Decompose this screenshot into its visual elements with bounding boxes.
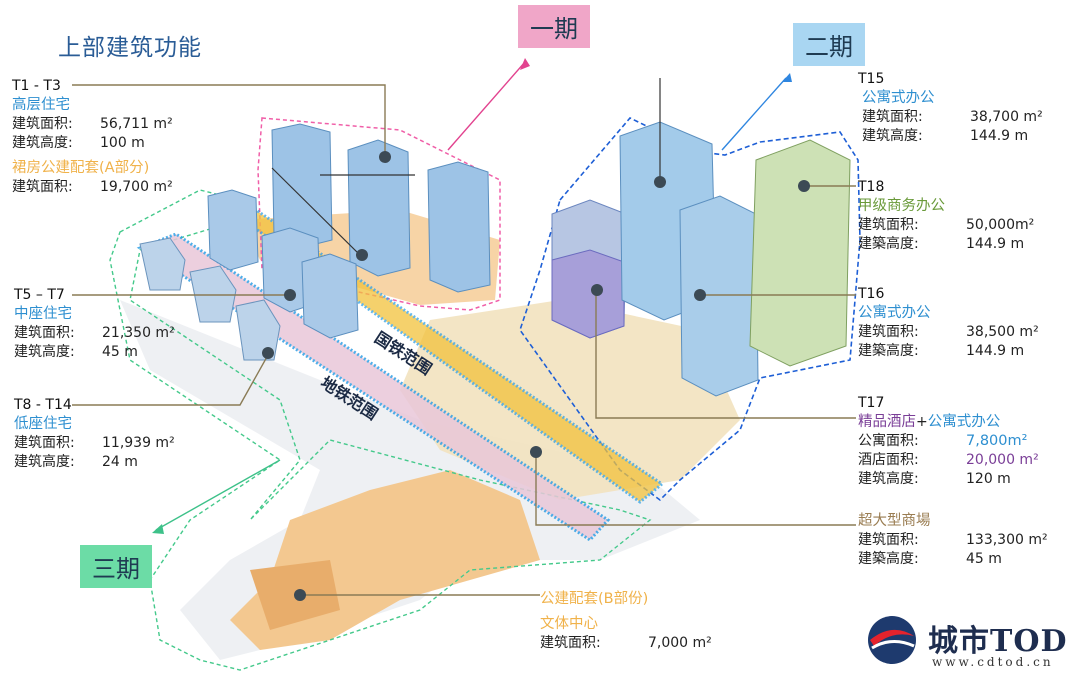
height-value: 24 m xyxy=(102,454,138,470)
area-value: 19,700 m² xyxy=(100,179,173,195)
area-key: 建筑面积: xyxy=(858,324,919,340)
callout-sub: 裙房公建配套(A部分) xyxy=(12,160,150,176)
height-key: 建筑高度: xyxy=(858,471,919,487)
apartment-area-key: 公寓面积: xyxy=(858,433,919,449)
area-key: 建筑面积: xyxy=(14,325,75,341)
callout-code: T1 - T3 xyxy=(12,78,61,94)
height-value: 144.9 m xyxy=(966,343,1025,359)
height-key: 建筑高度: xyxy=(862,128,923,144)
callout-t5-t7: T5 – T7 中座住宅 建筑面积: 21,350 m² 建筑高度: 45 m xyxy=(14,286,175,362)
height-value: 45 m xyxy=(966,551,1002,567)
hotel-area-value: 20,000 m² xyxy=(966,452,1039,468)
height-value: 144.9 m xyxy=(966,236,1025,252)
phase3-label: 三期 xyxy=(80,545,152,588)
callout-type: 公建配套(B部份) xyxy=(540,591,649,607)
callout-t18: T18 甲级商务办公 建筑面积: 50,000m² 建築高度: 144.9 m xyxy=(858,178,1034,254)
callout-t8-t14: T8 - T14 低座住宅 建筑面积: 11,939 m² 建筑高度: 24 m xyxy=(14,396,175,472)
callout-type: 中座住宅 xyxy=(14,306,72,322)
logo-name: 城市TOD xyxy=(928,624,1068,659)
callout-code: T15 xyxy=(858,71,885,87)
callout-type: 低座住宅 xyxy=(14,416,72,432)
callout-t17: T17 精品酒店+公寓式办公 公寓面积: 7,800m² 酒店面积: 20,000 … xyxy=(858,394,1039,489)
area-value: 38,500 m² xyxy=(966,324,1039,340)
height-key: 建築高度: xyxy=(858,551,919,567)
tower-t17 xyxy=(551,199,627,339)
apartment-area-value: 7,800m² xyxy=(966,433,1028,449)
callout-code: T5 – T7 xyxy=(14,287,65,303)
area-key: 建筑面积: xyxy=(862,109,923,125)
callout-code: T16 xyxy=(858,286,885,302)
height-key: 建築高度: xyxy=(858,343,919,359)
callout-code: T17 xyxy=(858,395,885,411)
height-value: 120 m xyxy=(966,471,1011,487)
callout-type: 高层住宅 xyxy=(12,97,70,113)
area-value: 7,000 m² xyxy=(648,635,712,651)
area-key: 建筑面积: xyxy=(12,179,73,195)
callout-type: 超大型商場 xyxy=(858,513,931,529)
callout-t16: T16 公寓式办公 建筑面积: 38,500 m² 建築高度: 144.9 m xyxy=(858,285,1039,361)
callout-type: 甲级商务办公 xyxy=(858,198,945,214)
callout-t1-t3: T1 - T3 高层住宅 建筑面积: 56,711 m² 建筑高度: 100 m 裙… xyxy=(12,77,173,197)
plus-sign: + xyxy=(916,414,928,430)
height-key: 建築高度: xyxy=(858,236,919,252)
height-value: 45 m xyxy=(102,344,138,360)
callout-sub: 文体中心 xyxy=(540,616,598,632)
callout-public-b: 公建配套(B部份) 文体中心 建筑面积: 7,000 m² xyxy=(540,590,712,653)
area-key: 建筑面积: xyxy=(858,532,919,548)
area-value: 133,300 m² xyxy=(966,532,1048,548)
area-key: 建筑面积: xyxy=(12,116,73,132)
area-key: 建筑面积: xyxy=(540,635,601,651)
phase1-label: 一期 xyxy=(518,5,590,48)
logo-url: www.cdtod.cn xyxy=(932,655,1054,669)
callout-t15: T15 公寓式办公 建筑面积: 38,700 m² 建筑高度: 144.9 m xyxy=(858,70,1043,146)
area-value: 21,350 m² xyxy=(102,325,175,341)
area-value: 56,711 m² xyxy=(100,116,173,132)
callout-code: T8 - T14 xyxy=(14,397,72,413)
page-title: 上部建筑功能 xyxy=(58,35,202,61)
callout-type: 公寓式办公 xyxy=(862,90,935,106)
area-value: 50,000m² xyxy=(966,217,1035,233)
logo-mark xyxy=(868,616,916,664)
area-key: 建筑面积: xyxy=(14,435,75,451)
tower-t18 xyxy=(749,139,851,367)
area-key: 建筑面积: xyxy=(858,217,919,233)
tower-t16 xyxy=(679,195,759,397)
callout-code: T18 xyxy=(858,179,885,195)
hotel-area-key: 酒店面积: xyxy=(858,452,919,468)
callout-mall: 超大型商場 建筑面积: 133,300 m² 建築高度: 45 m xyxy=(858,512,1048,569)
height-key: 建筑高度: xyxy=(14,344,75,360)
height-key: 建筑高度: xyxy=(12,135,73,151)
phase2-label: 二期 xyxy=(793,23,865,66)
callout-type: 公寓式办公 xyxy=(858,305,931,321)
height-value: 144.9 m xyxy=(970,128,1029,144)
callout-type-office: 公寓式办公 xyxy=(927,414,1001,430)
callout-type-hotel: 精品酒店 xyxy=(858,414,916,430)
area-value: 11,939 m² xyxy=(102,435,175,451)
area-value: 38,700 m² xyxy=(970,109,1043,125)
height-value: 100 m xyxy=(100,135,145,151)
height-key: 建筑高度: xyxy=(14,454,75,470)
